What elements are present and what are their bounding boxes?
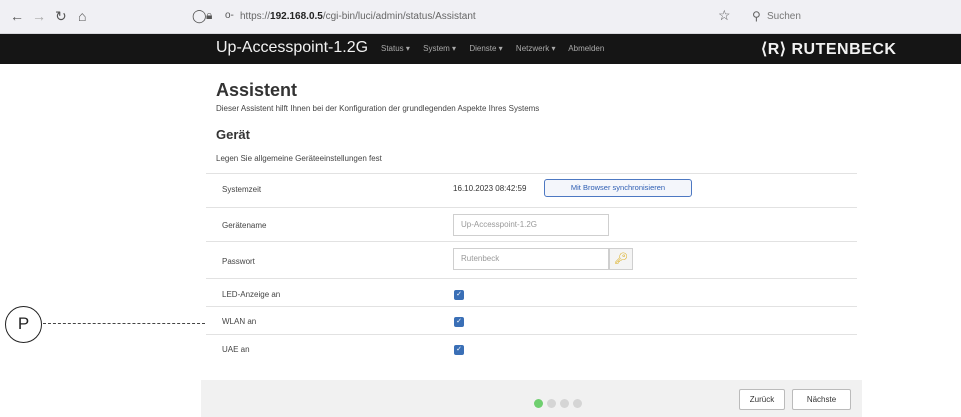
back-button[interactable]: Zurück bbox=[739, 389, 785, 410]
step-dot-3 bbox=[560, 399, 569, 408]
callout-leader-line bbox=[43, 323, 205, 324]
led-label: LED-Anzeige an bbox=[222, 290, 281, 299]
geraetename-input[interactable]: Up-Accesspoint-1.2G bbox=[453, 214, 609, 236]
callout-marker: P bbox=[5, 306, 42, 343]
back-icon[interactable]: ← bbox=[10, 8, 24, 24]
next-button[interactable]: Nächste bbox=[792, 389, 851, 410]
menu-system[interactable]: System ▾ bbox=[423, 44, 456, 53]
rutenbeck-logo: ⟨R⟩ RUTENBECK bbox=[761, 41, 897, 58]
address-bar[interactable]: ◯ 🔒︎ o- https://192.168.0.5/cgi-bin/luci… bbox=[184, 5, 740, 29]
url-text[interactable]: https://192.168.0.5/cgi-bin/luci/admin/s… bbox=[240, 11, 476, 22]
passwort-label: Passwort bbox=[222, 257, 255, 266]
search-icon: ⚲ bbox=[752, 9, 761, 23]
wlan-checkbox[interactable]: ✓ bbox=[454, 317, 464, 327]
uae-label: UAE an bbox=[222, 345, 250, 354]
led-checkbox[interactable]: ✓ bbox=[454, 290, 464, 300]
step-dot-2 bbox=[547, 399, 556, 408]
geraetename-label: Gerätename bbox=[222, 221, 267, 230]
step-dot-4 bbox=[573, 399, 582, 408]
reload-icon[interactable]: ↻ bbox=[55, 8, 67, 24]
passwort-input[interactable]: Rutenbeck bbox=[453, 248, 609, 270]
page-subtitle: Dieser Assistent hilft Ihnen bei der Kon… bbox=[216, 104, 540, 113]
uae-checkbox[interactable]: ✓ bbox=[454, 345, 464, 355]
row-wlan: WLAN an ✓ bbox=[206, 306, 857, 334]
step-indicator bbox=[534, 395, 586, 413]
row-geraetename: Gerätename Up-Accesspoint-1.2G bbox=[206, 207, 857, 241]
systemzeit-label: Systemzeit bbox=[222, 185, 262, 194]
wlan-label: WLAN an bbox=[222, 317, 257, 326]
main-menu: Status ▾ System ▾ Dienste ▾ Netzwerk ▾ A… bbox=[381, 44, 615, 53]
menu-dienste[interactable]: Dienste ▾ bbox=[469, 44, 502, 53]
step-dot-1 bbox=[534, 399, 543, 408]
key-icon: 🔑︎ bbox=[614, 253, 628, 265]
home-icon[interactable]: ⌂ bbox=[78, 8, 86, 24]
app-navbar: Up-Accesspoint-1.2G Status ▾ System ▾ Di… bbox=[0, 34, 961, 64]
wizard-footer: Zurück Nächste bbox=[201, 380, 862, 417]
menu-abmelden[interactable]: Abmelden bbox=[568, 44, 604, 53]
menu-status[interactable]: Status ▾ bbox=[381, 44, 410, 53]
systemzeit-value: 16.10.2023 08:42:59 bbox=[453, 184, 527, 193]
search-input[interactable]: ⚲ Suchen bbox=[747, 5, 961, 29]
permissions-icon[interactable]: 🔒︎ bbox=[206, 8, 212, 23]
bookmark-star-icon[interactable]: ☆ bbox=[718, 7, 731, 24]
menu-netzwerk[interactable]: Netzwerk ▾ bbox=[516, 44, 556, 53]
row-uae: UAE an ✓ bbox=[206, 334, 857, 362]
sync-browser-button[interactable]: Mit Browser synchronisieren bbox=[544, 179, 692, 197]
key-icon[interactable]: o- bbox=[225, 10, 234, 21]
row-systemzeit: Systemzeit 16.10.2023 08:42:59 Mit Brows… bbox=[206, 173, 857, 207]
section-description: Legen Sie allgemeine Geräteeinstellungen… bbox=[216, 154, 382, 163]
shield-icon[interactable]: ◯ bbox=[192, 8, 207, 24]
browser-toolbar: ← → ↻ ⌂ ◯ 🔒︎ o- https://192.168.0.5/cgi-… bbox=[0, 0, 961, 34]
device-settings-form: Systemzeit 16.10.2023 08:42:59 Mit Brows… bbox=[206, 173, 857, 362]
search-placeholder: Suchen bbox=[767, 11, 801, 22]
section-title: Gerät bbox=[216, 127, 250, 142]
row-passwort: Passwort Rutenbeck 🔑︎ bbox=[206, 241, 857, 278]
row-led: LED-Anzeige an ✓ bbox=[206, 278, 857, 306]
device-brand[interactable]: Up-Accesspoint-1.2G bbox=[216, 39, 368, 57]
page-title: Assistent bbox=[216, 80, 298, 100]
forward-icon[interactable]: → bbox=[32, 8, 46, 24]
reveal-password-button[interactable]: 🔑︎ bbox=[609, 248, 633, 270]
